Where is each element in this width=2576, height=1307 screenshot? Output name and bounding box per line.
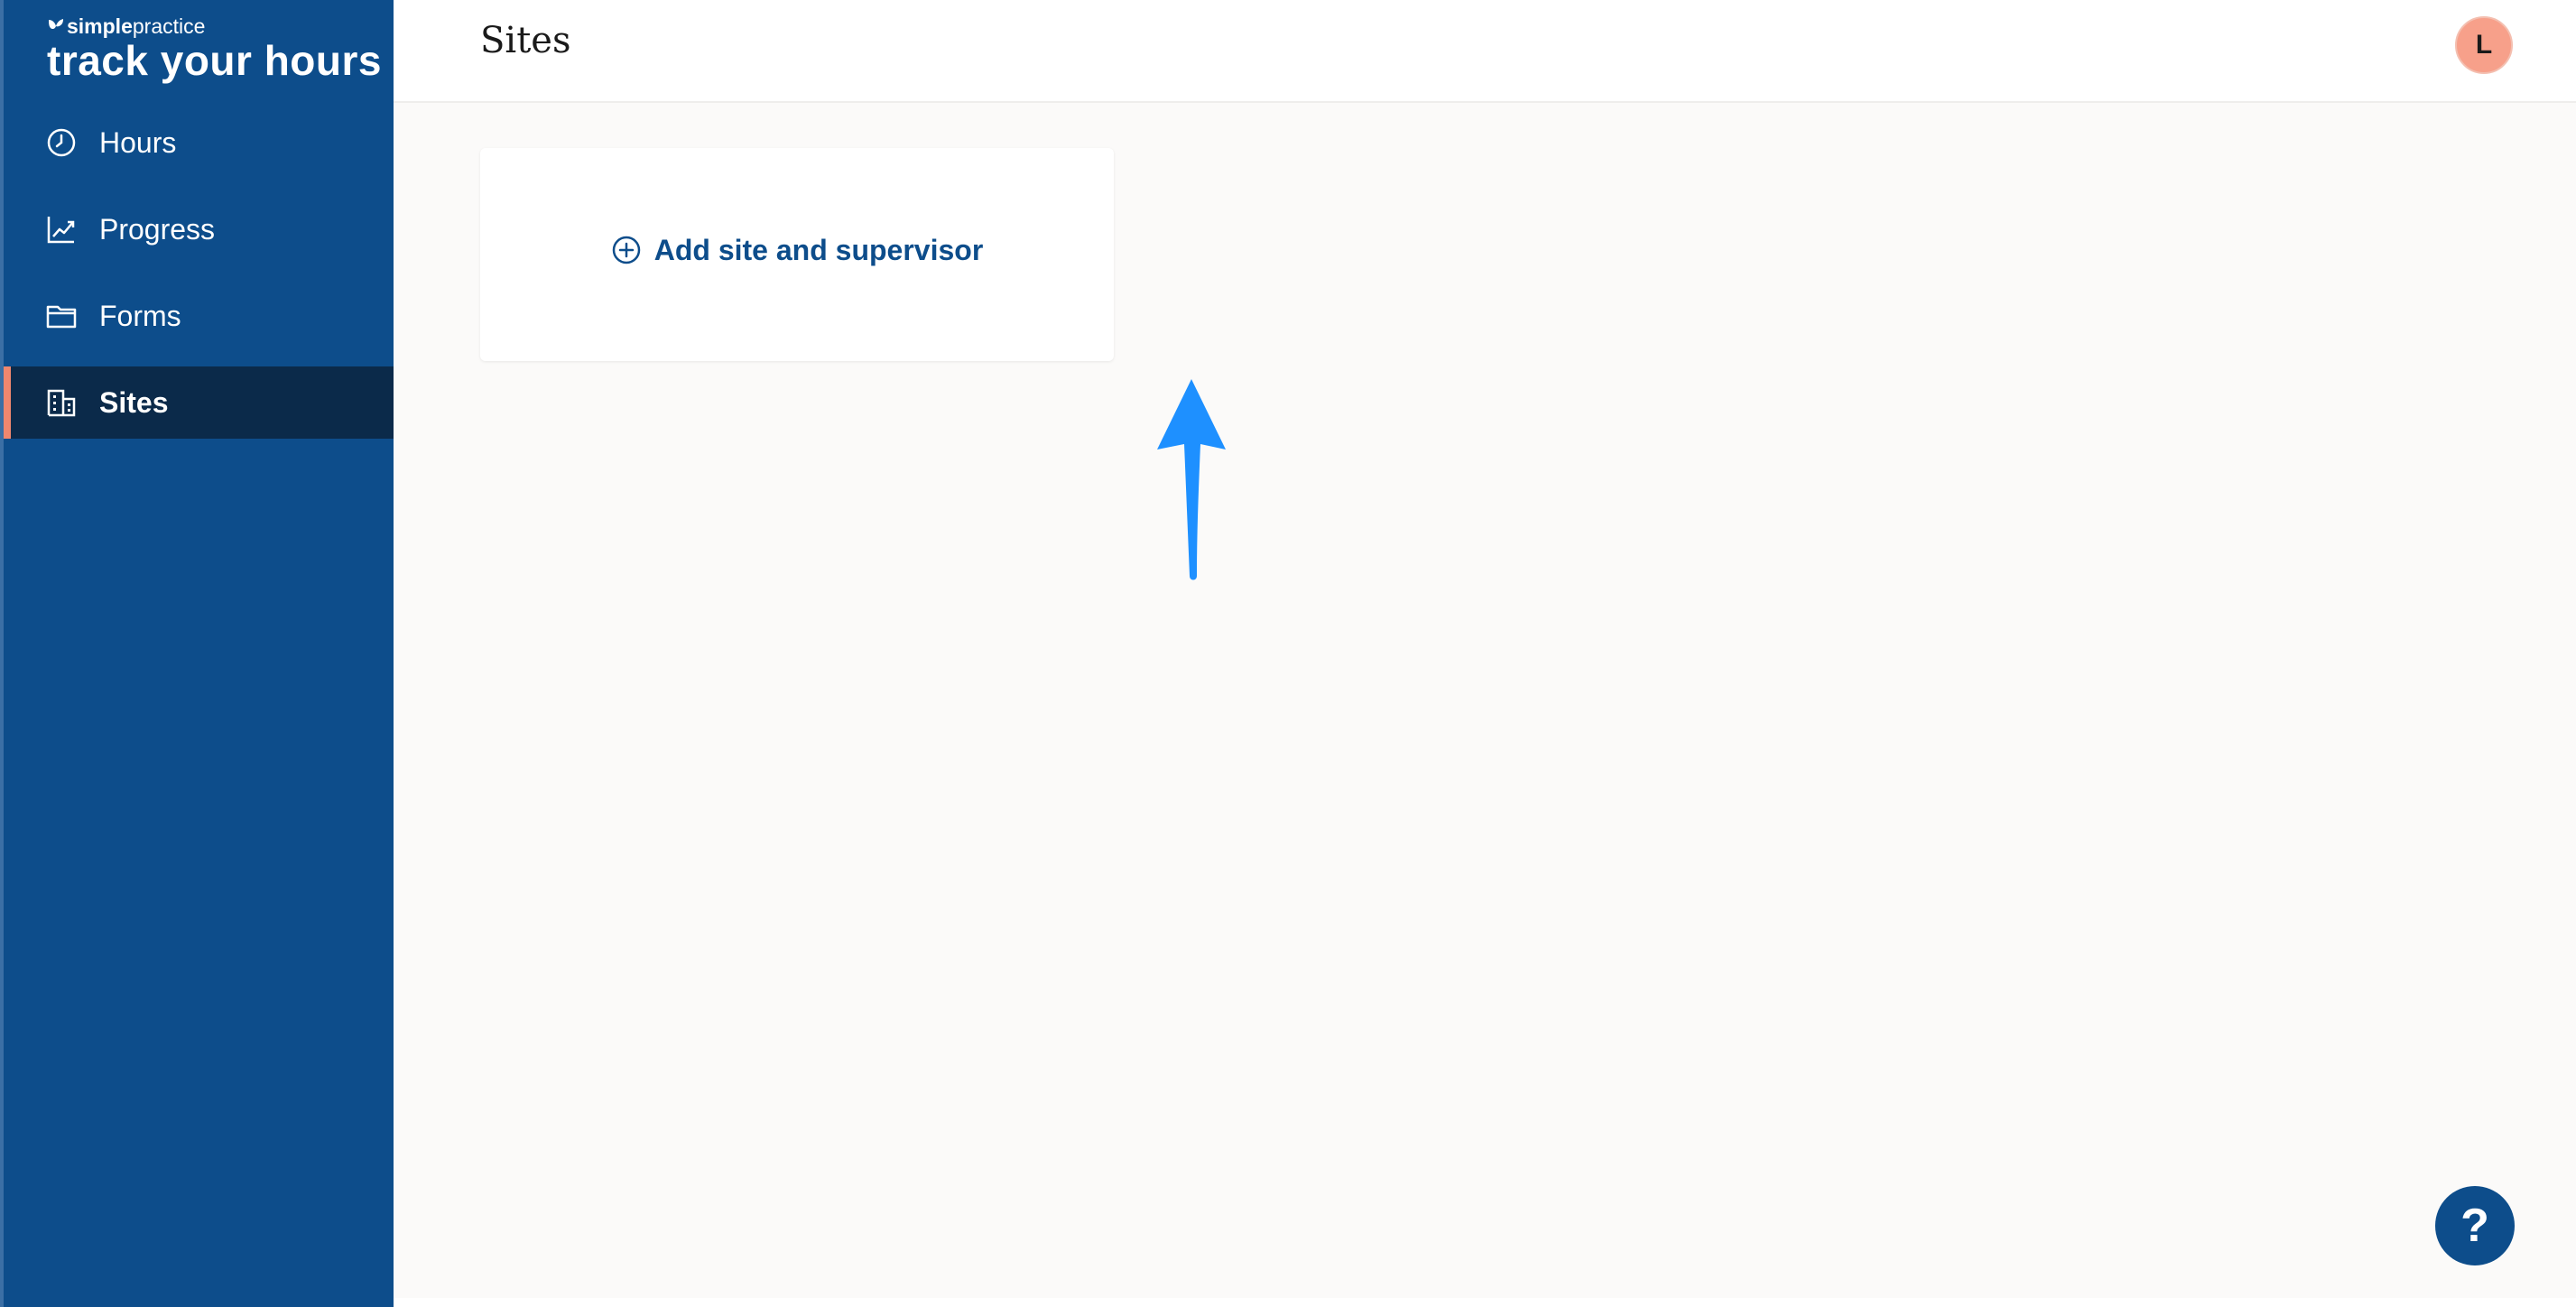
brand-logo-simple: simple — [67, 14, 133, 38]
page-header: Sites L — [394, 0, 2576, 103]
butterfly-logo-icon — [49, 19, 63, 30]
sidebar-item-label: Sites — [99, 385, 169, 419]
chart-line-icon — [45, 213, 78, 246]
plus-circle-icon — [612, 236, 640, 264]
sidebar-item-hours[interactable]: Hours — [4, 107, 394, 179]
sidebar-nav: Hours Progress Forms Sites — [4, 107, 394, 453]
help-button[interactable]: ? — [2435, 1186, 2515, 1265]
folder-icon — [45, 300, 78, 332]
sidebar-item-forms[interactable]: Forms — [4, 280, 394, 352]
page-title: Sites — [480, 20, 571, 61]
annotation-arrow-icon — [1157, 379, 1226, 580]
sidebar-item-label: Hours — [99, 125, 177, 159]
sidebar-item-label: Progress — [99, 212, 216, 246]
sidebar: simple practice track your hours Hours P… — [0, 0, 394, 1307]
brand-logo-practice: practice — [132, 14, 206, 38]
sidebar-item-sites[interactable]: Sites — [4, 366, 394, 439]
add-site-and-supervisor-button[interactable]: Add site and supervisor — [611, 233, 984, 267]
building-icon — [45, 386, 78, 419]
main-content: Add site and supervisor — [394, 103, 2576, 1298]
brand-title: track your hours — [47, 37, 382, 84]
brand: simple practice track your hours — [47, 14, 382, 83]
clock-icon — [45, 126, 78, 159]
add-site-card[interactable]: Add site and supervisor — [480, 148, 1114, 361]
bottom-edge — [394, 1298, 2576, 1307]
add-site-and-supervisor-label: Add site and supervisor — [653, 233, 984, 266]
sidebar-item-progress[interactable]: Progress — [4, 193, 394, 265]
brand-logo: simple practice — [47, 14, 382, 38]
user-avatar[interactable]: L — [2455, 16, 2513, 74]
sidebar-item-label: Forms — [99, 299, 181, 332]
app-root: simple practice track your hours Hours P… — [0, 0, 2576, 1307]
